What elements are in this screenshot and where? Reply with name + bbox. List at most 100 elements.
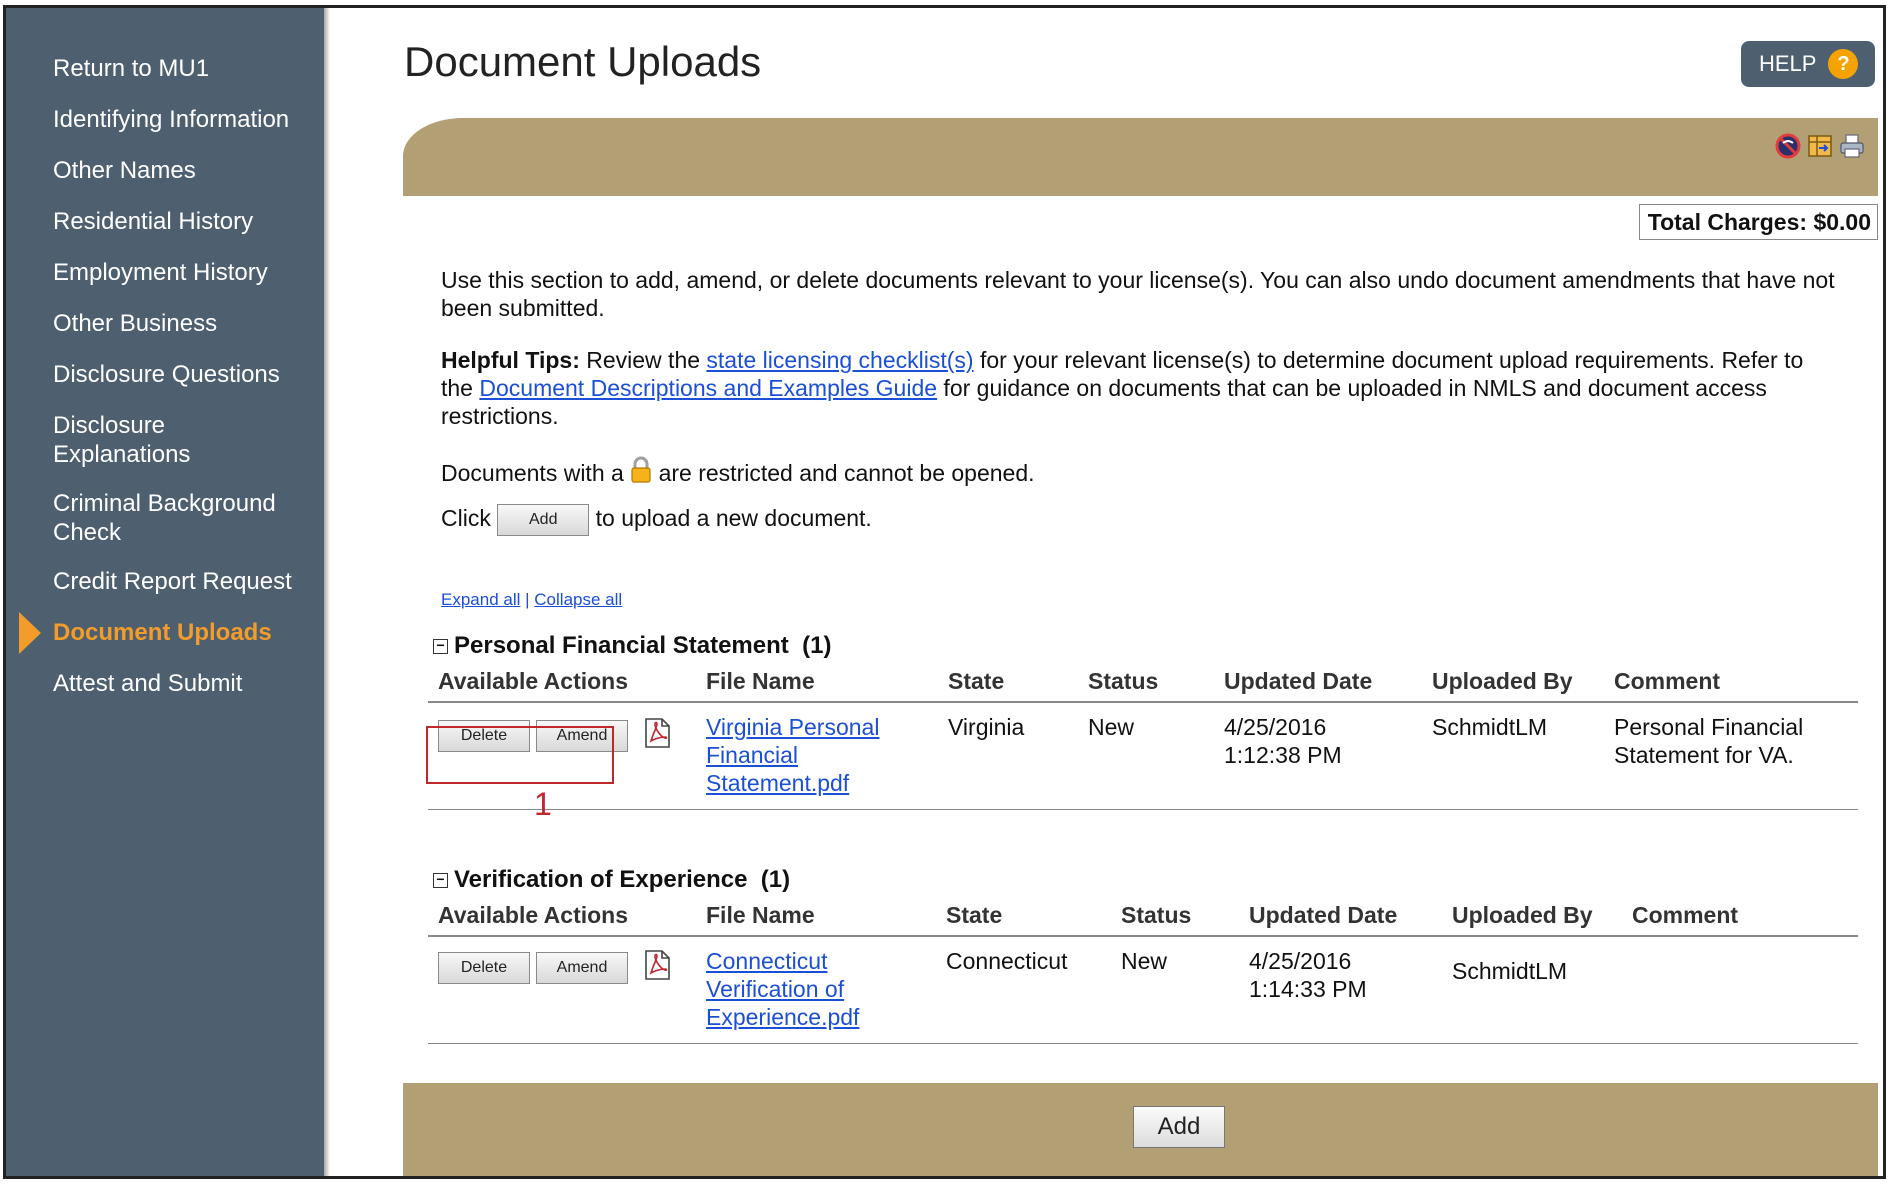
file-name-cell: Connecticut Verification of Experience.p… [696,936,936,1044]
delete-button[interactable]: Delete [438,952,530,984]
sidebar-item-other-names[interactable]: Other Names [6,156,324,185]
column-header: Status [1111,898,1239,937]
link-separator: | [525,590,530,609]
add-inline-button[interactable]: Add [497,504,590,536]
active-arrow-icon [19,612,41,654]
status-cell: New [1111,936,1239,1044]
sidebar-item-criminal-background-check[interactable]: Criminal Background Check [6,489,306,547]
sidebar-item-label: Document Uploads [53,619,272,646]
column-header: Updated Date [1214,664,1422,703]
column-header: Uploaded By [1422,664,1604,703]
state-cell: Virginia [938,702,1078,810]
comment-text: Personal Financial Statement for VA. [1614,714,1804,768]
callout-highlight-box [426,726,614,784]
table-row: Delete Amend Connecticut Verification of … [428,936,1858,1044]
column-header: Updated Date [1239,898,1442,937]
callout-number: 1 [534,786,552,822]
pdf-icon[interactable] [642,717,672,755]
sidebar-item-attest-and-submit[interactable]: Attest and Submit [6,669,324,698]
updated-date: 4/25/2016 [1249,948,1352,974]
page-title: Document Uploads [404,38,762,85]
sidebar-item-credit-report-request[interactable]: Credit Report Request [6,567,324,596]
no-entry-icon[interactable] [1774,132,1802,160]
column-header: File Name [696,664,938,703]
table-header-row: Available Actions File Name State Status… [428,664,1858,703]
documents-table-verification-of-experience: Available Actions File Name State Status… [428,898,1858,1044]
updated-date-cell: 4/25/2016 1:14:33 PM [1239,936,1442,1044]
restricted-note: Documents with a are restricted and cann… [441,456,1841,490]
state-cell: Connecticut [936,936,1111,1044]
click-text: Click [441,505,491,532]
table-header-row: Available Actions File Name State Status… [428,898,1858,937]
sidebar-item-return-to-mu1[interactable]: Return to MU1 [6,54,324,83]
expand-all-link[interactable]: Expand all [441,590,520,609]
collapse-all-link[interactable]: Collapse all [534,590,622,609]
sidebar-item-disclosure-questions[interactable]: Disclosure Questions [6,360,324,389]
sidebar-item-other-business[interactable]: Other Business [6,309,324,338]
section-verification-of-experience: − Verification of Experience (1) [433,866,790,894]
column-header: Available Actions [428,898,696,937]
updated-date: 4/25/2016 [1224,714,1327,740]
file-name-link[interactable]: Virginia Personal Financial Statement.pd… [706,713,906,797]
collapse-minus-icon[interactable]: − [433,872,448,888]
column-header: Available Actions [428,664,696,703]
uploaded-by-cell: SchmidtLM [1422,702,1604,810]
panel-footer-bar: Add [403,1083,1878,1176]
uploaded-by-cell: SchmidtLM [1442,936,1622,1044]
expand-collapse-links: Expand all | Collapse all [441,586,1841,614]
column-header: Comment [1604,664,1858,703]
section-title-text: Verification of Experience [454,866,748,893]
document-descriptions-guide-link[interactable]: Document Descriptions and Examples Guide [479,375,937,401]
amend-button[interactable]: Amend [536,952,628,984]
column-header: State [938,664,1078,703]
question-icon: ? [1828,49,1859,79]
export-icon[interactable] [1806,132,1834,160]
status-cell: New [1078,702,1214,810]
pdf-icon[interactable] [642,949,672,987]
sidebar-item-document-uploads[interactable]: Document Uploads [6,612,324,654]
document-panel: Total Charges: $0.00 Use this section to… [403,118,1878,1176]
app-frame: Return to MU1 Identifying Information Ot… [3,5,1886,1179]
sidebar-item-employment-history[interactable]: Employment History [6,258,324,287]
section-personal-financial-statement: − Personal Financial Statement (1) [433,632,831,660]
total-charges: Total Charges: $0.00 [1638,204,1878,240]
actions-cell: Delete Amend [428,936,696,1044]
section-count: (1) [802,632,832,659]
lock-icon [630,456,652,490]
collapse-minus-icon[interactable]: − [433,638,448,654]
sidebar-item-disclosure-explanations[interactable]: Disclosure Explanations [6,411,266,469]
sidebar: Return to MU1 Identifying Information Ot… [6,8,330,1176]
section-count: (1) [760,866,791,893]
panel-body: Total Charges: $0.00 Use this section to… [403,196,1878,1083]
tips-text-1: Review the [579,347,707,373]
column-header: Comment [1622,898,1858,937]
column-header: Status [1078,664,1214,703]
column-header: File Name [696,898,936,937]
add-instruction: Click Add to upload a new document. [441,504,1841,536]
updated-time: 1:12:38 PM [1224,742,1342,768]
updated-date-cell: 4/25/2016 1:12:38 PM [1214,702,1422,810]
helpful-tips: Helpful Tips: Review the state licensing… [441,346,1841,430]
state-licensing-checklist-link[interactable]: state licensing checklist(s) [706,347,973,373]
sidebar-item-residential-history[interactable]: Residential History [6,207,324,236]
updated-time: 1:14:33 PM [1249,976,1367,1002]
help-label: HELP [1759,51,1817,76]
column-header: State [936,898,1111,937]
add-button[interactable]: Add [1133,1106,1225,1148]
column-header: Uploaded By [1442,898,1622,937]
documents-table-personal-financial: Available Actions File Name State Status… [428,664,1858,810]
print-icon[interactable] [1838,132,1866,160]
comment-cell: Personal Financial Statement for VA. [1604,702,1858,810]
restricted-text-2: are restricted and cannot be opened. [658,460,1035,486]
tips-label: Helpful Tips: [441,347,580,373]
help-button[interactable]: HELP ? [1741,41,1875,87]
sidebar-nav: Return to MU1 Identifying Information Ot… [6,54,324,720]
sidebar-item-identifying-information[interactable]: Identifying Information [6,105,324,134]
comment-cell [1622,936,1858,1044]
restricted-text-1: Documents with a [441,460,624,486]
file-name-link[interactable]: Connecticut Verification of Experience.p… [706,947,906,1031]
panel-toolbar [1774,132,1866,160]
section-title-text: Personal Financial Statement [454,632,789,659]
file-name-cell: Virginia Personal Financial Statement.pd… [696,702,938,810]
intro-text: Use this section to add, amend, or delet… [441,267,1835,321]
